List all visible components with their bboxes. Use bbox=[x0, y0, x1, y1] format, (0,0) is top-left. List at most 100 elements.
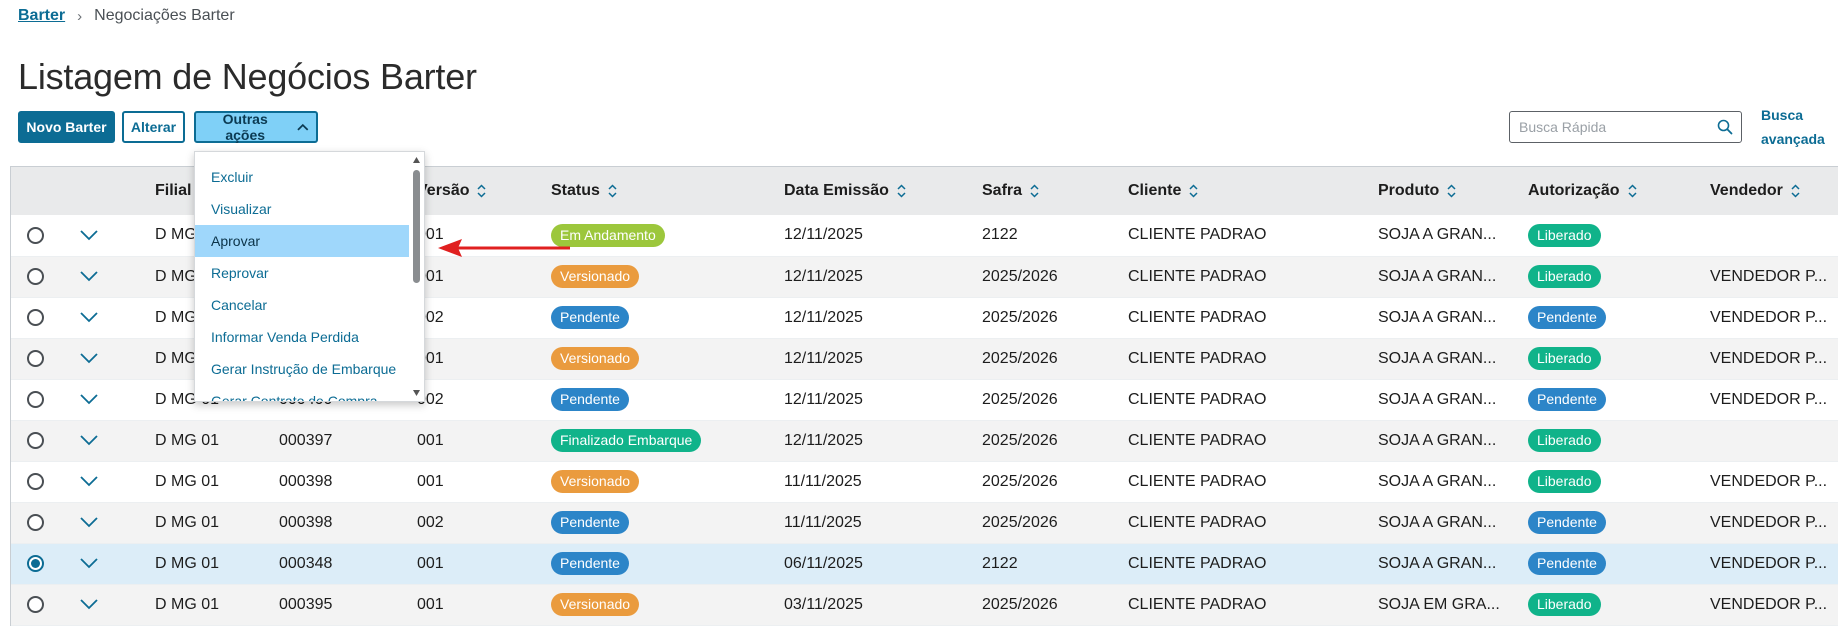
new-barter-button[interactable]: Novo Barter bbox=[18, 111, 115, 143]
column-header-label: Autorização bbox=[1528, 182, 1620, 199]
row-select-radio[interactable] bbox=[27, 513, 44, 531]
safra-cell: 2025/2026 bbox=[972, 420, 1118, 462]
column-header[interactable]: Vendedor bbox=[1700, 167, 1838, 215]
column-header-label: Produto bbox=[1378, 182, 1440, 199]
row-select-radio[interactable] bbox=[27, 472, 44, 490]
autorizacao-cell: Liberado bbox=[1518, 420, 1700, 462]
versao-cell: 002 bbox=[407, 297, 541, 339]
filial-cell: D MG 01 bbox=[145, 502, 269, 544]
safra-cell: 2122 bbox=[972, 215, 1118, 257]
vendedor-cell: VENDEDOR P... bbox=[1700, 502, 1838, 544]
more-actions-menu-list: Excluir Visualizar Aprovar Reprovar Cancelar… bbox=[195, 161, 410, 401]
column-header-label: Status bbox=[551, 182, 600, 199]
search-icon[interactable] bbox=[1717, 119, 1733, 135]
sort-icon[interactable] bbox=[1628, 184, 1637, 198]
chevron-down-icon[interactable] bbox=[79, 557, 99, 569]
status-badge: Em Andamento bbox=[551, 223, 665, 247]
status-cell: Versionado bbox=[541, 338, 774, 380]
chevron-down-icon[interactable] bbox=[79, 434, 99, 446]
vendedor-cell: VENDEDOR P... bbox=[1700, 379, 1838, 421]
sort-icon[interactable] bbox=[897, 184, 906, 198]
chevron-down-icon[interactable] bbox=[79, 516, 99, 528]
chevron-down-icon[interactable] bbox=[79, 270, 99, 282]
advanced-search-link[interactable]: Busca avançada bbox=[1761, 103, 1833, 151]
edit-button[interactable]: Alterar bbox=[122, 111, 185, 143]
menu-item[interactable]: Visualizar bbox=[195, 193, 410, 225]
column-header[interactable]: Versão bbox=[407, 167, 541, 215]
authorization-badge: Pendente bbox=[1528, 388, 1606, 411]
status-cell: Pendente bbox=[541, 502, 774, 544]
quick-search-input[interactable] bbox=[1510, 112, 1700, 142]
column-header[interactable]: Data Emissão bbox=[774, 167, 972, 215]
menu-item[interactable]: Informar Venda Perdida bbox=[195, 321, 410, 353]
scroll-down-arrow-icon[interactable] bbox=[412, 389, 421, 397]
row-select-radio[interactable] bbox=[27, 349, 44, 367]
header-expand bbox=[59, 167, 145, 215]
status-badge: Pendente bbox=[551, 511, 629, 534]
column-header-label: Cliente bbox=[1128, 182, 1182, 199]
numero-cell: 000398 bbox=[269, 461, 407, 503]
sort-icon[interactable] bbox=[1030, 184, 1039, 198]
menu-item[interactable]: Aprovar bbox=[195, 225, 410, 257]
menu-item[interactable]: Gerar Contrato de Compra bbox=[195, 385, 410, 401]
autorizacao-cell: Liberado bbox=[1518, 584, 1700, 626]
row-select-radio[interactable] bbox=[27, 595, 44, 613]
table-row[interactable]: D MG 01 000395 001 Versionado 03/11/2025 2025… bbox=[11, 584, 1838, 626]
sort-icon[interactable] bbox=[1447, 184, 1456, 198]
sort-icon[interactable] bbox=[608, 184, 617, 198]
authorization-badge: Pendente bbox=[1528, 552, 1606, 575]
row-select-radio[interactable] bbox=[27, 431, 44, 449]
safra-cell: 2025/2026 bbox=[972, 379, 1118, 421]
column-header[interactable]: Safra bbox=[972, 167, 1118, 215]
select-cell bbox=[11, 461, 59, 503]
menu-scrollbar[interactable] bbox=[409, 152, 424, 401]
chevron-down-icon[interactable] bbox=[79, 475, 99, 487]
chevron-down-icon[interactable] bbox=[79, 598, 99, 610]
row-select-radio[interactable] bbox=[27, 554, 44, 572]
chevron-down-icon[interactable] bbox=[79, 229, 99, 241]
chevron-down-icon[interactable] bbox=[79, 393, 99, 405]
authorization-badge: Liberado bbox=[1528, 347, 1601, 370]
chevron-down-icon[interactable] bbox=[79, 352, 99, 364]
select-cell bbox=[11, 543, 59, 585]
row-select-radio[interactable] bbox=[27, 226, 44, 244]
table-row[interactable]: D MG 01 000397 001 Finalizado Embarque 12/11… bbox=[11, 420, 1838, 462]
sort-icon[interactable] bbox=[1189, 184, 1198, 198]
breadcrumb-link-barter[interactable]: Barter bbox=[18, 7, 65, 25]
status-badge: Pendente bbox=[551, 388, 629, 411]
table-row[interactable]: D MG 01 000348 001 Pendente 06/11/2025 2122 CL… bbox=[11, 543, 1838, 585]
menu-item[interactable]: Gerar Instrução de Embarque bbox=[195, 353, 410, 385]
menu-scrollbar-thumb[interactable] bbox=[413, 170, 420, 283]
menu-item[interactable]: Cancelar bbox=[195, 289, 410, 321]
quick-search bbox=[1509, 111, 1742, 143]
versao-cell: 002 bbox=[407, 502, 541, 544]
scroll-up-arrow-icon[interactable] bbox=[412, 156, 421, 164]
column-header[interactable]: Status bbox=[541, 167, 774, 215]
status-badge: Versionado bbox=[551, 593, 640, 616]
expand-cell bbox=[59, 297, 145, 339]
row-select-radio[interactable] bbox=[27, 267, 44, 285]
row-select-radio[interactable] bbox=[27, 308, 44, 326]
cliente-cell: CLIENTE PADRAO bbox=[1118, 379, 1368, 421]
expand-cell bbox=[59, 461, 145, 503]
row-select-radio[interactable] bbox=[27, 390, 44, 408]
safra-cell: 2025/2026 bbox=[972, 256, 1118, 298]
table-row[interactable]: D MG 01 000398 001 Versionado 11/11/2025 2025… bbox=[11, 461, 1838, 503]
column-header[interactable]: Produto bbox=[1368, 167, 1518, 215]
sort-icon[interactable] bbox=[477, 184, 487, 198]
select-cell bbox=[11, 256, 59, 298]
expand-cell bbox=[59, 543, 145, 585]
sort-icon[interactable] bbox=[1791, 184, 1800, 198]
column-header[interactable]: Autorização bbox=[1518, 167, 1700, 215]
chevron-down-icon[interactable] bbox=[79, 311, 99, 323]
expand-cell bbox=[59, 502, 145, 544]
breadcrumb: Barter › Negociações Barter bbox=[18, 7, 235, 25]
column-header[interactable]: Cliente bbox=[1118, 167, 1368, 215]
versao-cell: 001 bbox=[407, 584, 541, 626]
menu-item[interactable]: Excluir bbox=[195, 161, 410, 193]
cliente-cell: CLIENTE PADRAO bbox=[1118, 584, 1368, 626]
menu-item[interactable]: Reprovar bbox=[195, 257, 410, 289]
table-row[interactable]: D MG 01 000398 002 Pendente 11/11/2025 2025/2… bbox=[11, 502, 1838, 544]
produto-cell: SOJA A GRAN... bbox=[1368, 338, 1518, 380]
more-actions-button[interactable]: Outras ações bbox=[194, 111, 318, 143]
